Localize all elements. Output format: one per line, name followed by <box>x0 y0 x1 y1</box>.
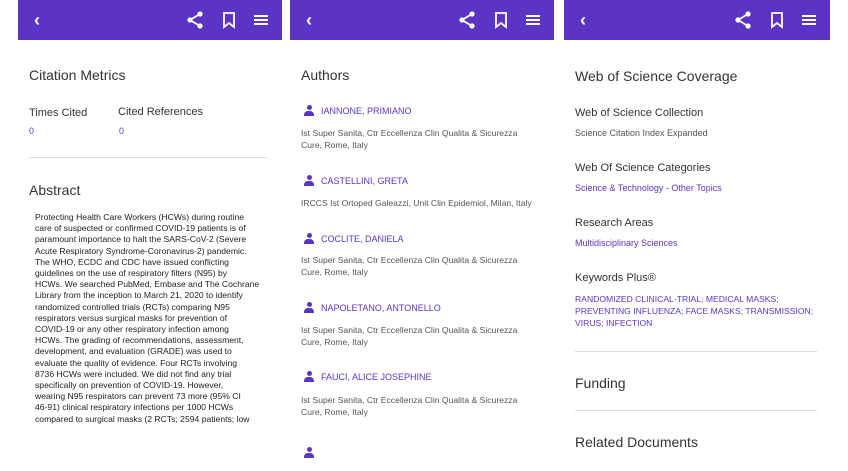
app-bar: ‹ <box>18 0 282 40</box>
divider <box>575 410 817 411</box>
categories-label: Web Of Science Categories <box>575 162 711 174</box>
abstract-line: 8736 HCWs were included. We did not find… <box>35 368 232 379</box>
abstract-line: 46-91) clinical respiratory infections p… <box>35 402 234 413</box>
abstract-line: evaluate the quality of evidence. Four R… <box>35 357 238 368</box>
collection-value: Science Citation Index Expanded <box>575 128 708 138</box>
menu-icon[interactable] <box>798 9 820 31</box>
divider <box>29 157 267 158</box>
wos-coverage-title: Web of Science Coverage <box>575 68 738 84</box>
app-bar: ‹ <box>564 0 830 40</box>
share-icon[interactable] <box>184 9 206 31</box>
person-icon <box>304 371 314 383</box>
person-icon <box>304 105 314 117</box>
coverage-panel: ‹ Web of Science Coverage Web of Science… <box>564 0 830 471</box>
abstract-line: The WHO, ECDC and CDC have issued confli… <box>35 256 229 267</box>
person-icon <box>304 447 314 459</box>
abstract-line: Acute Respiratory Syndrome-Coronavirus-2… <box>35 245 247 256</box>
abstract-text: Protecting Health Care Workers (HCWs) du… <box>35 212 281 425</box>
author-affiliation: Ist Super Sanita, Ctr Eccellenza Clin Qu… <box>301 325 518 335</box>
related-documents-title[interactable]: Related Documents <box>575 434 698 450</box>
categories-value[interactable]: Science & Technology - Other Topics <box>575 183 722 193</box>
abstract-line: COVID-19 or any other respiratory infect… <box>35 324 229 335</box>
abstract-line: specifically on prevention of COVID-19. … <box>35 380 224 391</box>
cited-references-value[interactable]: 0 <box>119 126 124 136</box>
divider <box>575 351 817 352</box>
share-icon[interactable] <box>732 9 754 31</box>
abstract-line: Library from the inception to March 21, … <box>35 290 243 301</box>
menu-icon[interactable] <box>522 9 544 31</box>
person-icon <box>304 302 314 314</box>
authors-title: Authors <box>301 67 350 83</box>
cited-references-label: Cited References <box>118 106 203 118</box>
abstract-line: Protecting Health Care Workers (HCWs) du… <box>35 212 245 222</box>
funding-title[interactable]: Funding <box>575 375 626 391</box>
author-affiliation: Ist Super Sanita, Ctr Eccellenza Clin Qu… <box>301 395 518 405</box>
author-affiliation: Ist Super Sanita, Ctr Eccellenza Clin Qu… <box>301 255 518 265</box>
author-name[interactable]: FAUCI, ALICE JOSEPHINE <box>321 372 432 382</box>
abstract-line: guidelines on the use of respiratory fil… <box>35 268 228 279</box>
author-affiliation: Ist Super Sanita, Ctr Eccellenza Clin Qu… <box>301 128 518 138</box>
abstract-line: HCWs. We searched PubMed, Embase and The… <box>35 279 260 290</box>
app-bar: ‹ <box>290 0 554 40</box>
back-button[interactable]: ‹ <box>580 10 586 31</box>
keyword-line[interactable]: VIRUS; INFECTION <box>575 318 652 328</box>
person-icon <box>304 233 314 245</box>
author-name[interactable]: COCLITE, DANIELA <box>321 234 404 244</box>
citation-panel: ‹ Citation Metrics Times Cited 0 Cited R… <box>18 0 282 471</box>
abstract-line: development, and evaluation (GRADE) was … <box>35 346 232 357</box>
author-name[interactable]: NAPOLETANO, ANTONELLO <box>321 303 441 313</box>
author-affiliation: Cure, Rome, Italy <box>301 267 368 277</box>
author-affiliation: IRCCS Ist Ortoped Galeazzi, Unit Clin Ep… <box>301 198 532 208</box>
abstract-line: care of suspected or confirmed COVID-19 … <box>35 223 246 234</box>
bookmark-icon[interactable] <box>490 9 512 31</box>
citation-metrics-title: Citation Metrics <box>29 67 126 83</box>
bookmark-icon[interactable] <box>766 9 788 31</box>
keyword-line[interactable]: PREVENTING INFLUENZA; FACE MASKS; TRANSM… <box>575 306 813 316</box>
abstract-line: respirators versus surgical masks for pr… <box>35 312 227 323</box>
abstract-line: wearing N95 respirators can prevent 73 m… <box>35 391 241 402</box>
abstract-line: paramount importance to halt the SARS-Co… <box>35 234 247 245</box>
abstract-line: randomized controlled trials (RCTs) comp… <box>35 301 230 312</box>
share-icon[interactable] <box>456 9 478 31</box>
menu-icon[interactable] <box>250 9 272 31</box>
keywords-label: Keywords Plus® <box>575 272 656 284</box>
back-button[interactable]: ‹ <box>34 10 40 31</box>
bookmark-icon[interactable] <box>218 9 240 31</box>
author-affiliation: Cure, Rome, Italy <box>301 337 368 347</box>
person-icon <box>304 175 314 187</box>
author-name[interactable]: CASTELLINI, GRETA <box>321 176 408 186</box>
research-areas-label: Research Areas <box>575 217 654 229</box>
abstract-line: HCWs. The grading of recommendations, as… <box>35 335 244 346</box>
keyword-line[interactable]: RANDOMIZED CLINICAL-TRIAL; MEDICAL MASKS… <box>575 294 779 304</box>
abstract-title: Abstract <box>29 182 81 198</box>
author-name[interactable]: IANNONE, PRIMIANO <box>321 106 412 116</box>
author-affiliation: Cure, Rome, Italy <box>301 407 368 417</box>
author-affiliation: Cure, Rome, Italy <box>301 140 368 150</box>
authors-panel: ‹ Authors IANNONE, PRIMIANO Ist Super Sa… <box>290 0 554 471</box>
abstract-line: compared to surgical masks (2 RCTs; 2594… <box>35 413 250 424</box>
times-cited-label: Times Cited <box>29 107 88 119</box>
back-button[interactable]: ‹ <box>306 10 312 31</box>
times-cited-value[interactable]: 0 <box>29 126 34 136</box>
collection-label: Web of Science Collection <box>575 107 704 119</box>
research-areas-value[interactable]: Multidisciplinary Sciences <box>575 238 678 248</box>
